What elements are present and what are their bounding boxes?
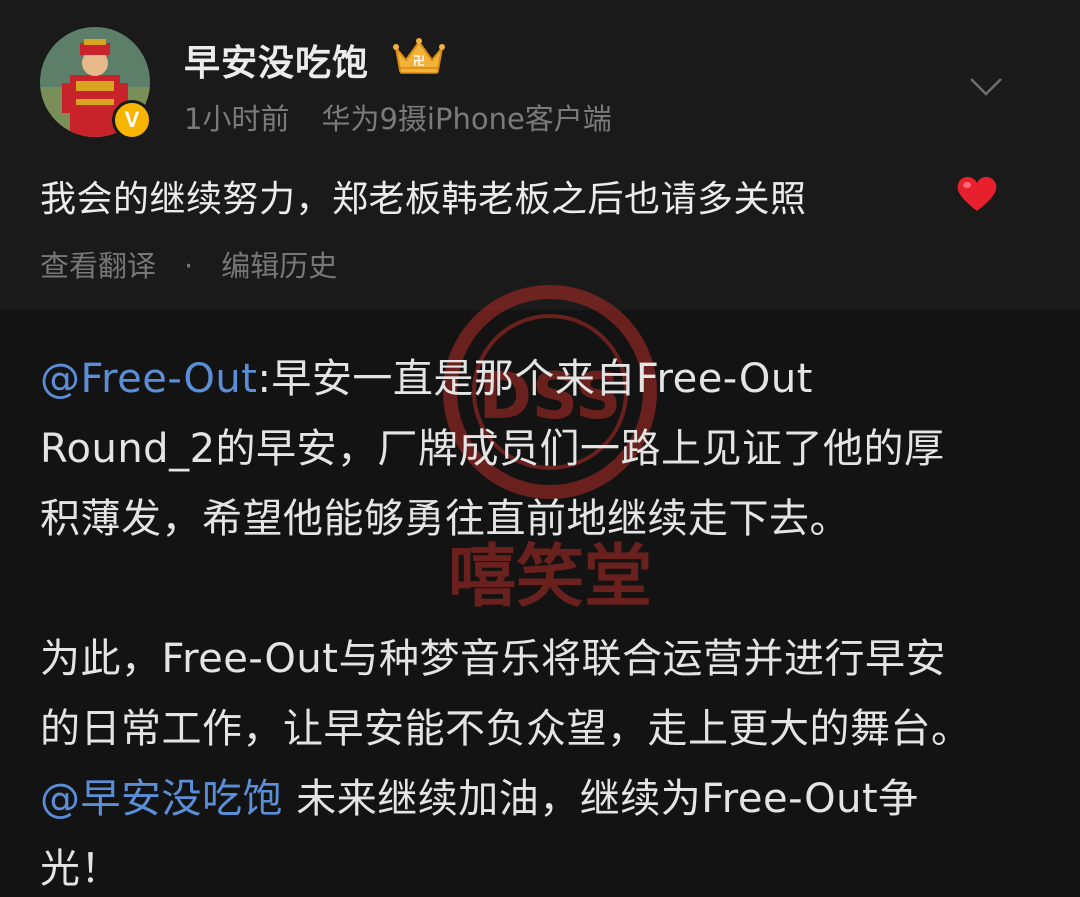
heart-emoji-icon [957, 176, 997, 211]
post-meta: 1小时前 华为9摄iPhone客户端 [184, 96, 612, 138]
post-source: 华为9摄iPhone客户端 [321, 102, 612, 136]
comment-line-6: @早安没吃饱 未来继续加油，继续为Free-Out争 [40, 766, 919, 824]
svg-text:卍: 卍 [413, 54, 425, 68]
comment-line-4: 为此，Free-Out与种梦音乐将联合运营并进行早安 [40, 636, 946, 682]
crown-icon: 卍 [393, 38, 445, 74]
comment-line-1-text: :早安一直是那个来自Free-Out [257, 356, 813, 402]
mention-free-out[interactable]: @Free-Out [40, 356, 257, 402]
verified-icon: V [112, 100, 152, 140]
watermark-brand-text: 嘻笑堂 [448, 538, 652, 617]
comment-line-1: @Free-Out:早安一直是那个来自Free-Out [40, 346, 813, 404]
actions-separator: · [184, 249, 194, 283]
comment-line-7: 光！ [40, 846, 121, 892]
comment-line-2: Round_2的早安，厂牌成员们一路上见证了他的厚 [40, 426, 945, 472]
username[interactable]: 早安没吃饱 [184, 34, 369, 86]
post-time: 1小时前 [184, 102, 290, 136]
edit-history-link[interactable]: 编辑历史 [221, 249, 337, 283]
post-text: 我会的继续努力，郑老板韩老板之后也请多关照 [40, 179, 807, 220]
mention-user[interactable]: @早安没吃饱 [40, 776, 283, 822]
comment-line-3: 积薄发，希望他能够勇往直前地继续走下去。 [40, 496, 850, 542]
comment-line-6-text: 未来继续加油，继续为Free-Out争 [283, 776, 919, 822]
post-actions: 查看翻译 · 编辑历史 [40, 243, 337, 285]
chevron-down-icon[interactable] [968, 74, 1004, 100]
comment-line-5: 的日常工作，让早安能不负众望，走上更大的舞台。 [40, 706, 972, 752]
translate-link[interactable]: 查看翻译 [40, 249, 156, 283]
